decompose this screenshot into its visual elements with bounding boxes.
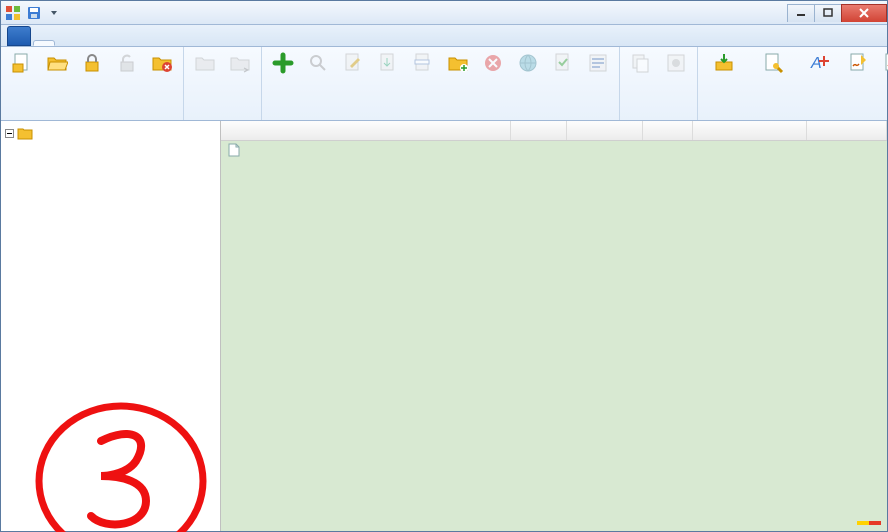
cell-name — [221, 143, 511, 158]
max-icon — [712, 51, 736, 75]
col-date[interactable] — [693, 121, 807, 140]
app-window: A — [0, 0, 888, 532]
copy-name-button — [624, 49, 658, 79]
group-label-extra2 — [702, 117, 888, 120]
folder-arrow-icon — [228, 51, 252, 75]
add-file-button[interactable] — [266, 49, 300, 79]
sign-icon — [846, 51, 870, 75]
tab-help[interactable] — [101, 42, 121, 46]
group-label-file — [266, 117, 615, 120]
svg-text:A: A — [810, 55, 822, 72]
new-file-icon — [10, 51, 34, 75]
tree-root-node[interactable] — [5, 125, 216, 141]
edit-icon — [341, 51, 365, 75]
properties-button — [581, 49, 615, 79]
extract-button — [371, 49, 405, 79]
unlock-mpq-button — [110, 49, 144, 79]
col-type[interactable] — [511, 121, 567, 140]
file-list-pane — [221, 121, 887, 531]
config-icon — [761, 51, 785, 75]
app-icon — [5, 5, 21, 21]
new-mpq-button[interactable] — [5, 49, 39, 79]
close-file-button[interactable] — [145, 49, 179, 79]
open-mpq-button[interactable] — [40, 49, 74, 79]
copy-icon — [629, 51, 653, 75]
verify-sign-button[interactable] — [876, 49, 888, 79]
extract-icon — [376, 51, 400, 75]
globe-icon — [516, 51, 540, 75]
ribbon: A — [1, 47, 887, 121]
new-folder-button[interactable] — [441, 49, 475, 79]
add-column-button[interactable]: A — [800, 49, 840, 79]
unlock-icon — [115, 51, 139, 75]
lock-icon — [80, 51, 104, 75]
group-label-open — [188, 117, 257, 120]
new-folder-icon — [446, 51, 470, 75]
search-file-button — [301, 49, 335, 79]
minimize-button[interactable] — [787, 4, 815, 22]
rename-icon — [411, 51, 435, 75]
sign-button[interactable] — [841, 49, 875, 79]
open-file-button — [188, 49, 222, 79]
twisty-icon — [5, 129, 14, 138]
set-max-files-button[interactable] — [702, 49, 746, 79]
col-size[interactable] — [643, 121, 693, 140]
folder-icon — [17, 125, 33, 141]
group-label-extra — [624, 117, 693, 120]
close-file-icon — [150, 51, 174, 75]
group-label-mpq — [5, 117, 179, 120]
search-icon — [306, 51, 330, 75]
title-bar — [1, 1, 887, 25]
region-button — [511, 49, 545, 79]
open-folder-icon — [45, 51, 69, 75]
edit-file-button — [336, 49, 370, 79]
annotation-scribble — [21, 381, 221, 532]
list-body[interactable] — [221, 141, 887, 531]
watermark — [857, 521, 881, 525]
ribbon-group-open — [184, 47, 262, 120]
tab-ops[interactable] — [33, 40, 55, 46]
delete-icon — [481, 51, 505, 75]
verify-sign-icon — [881, 51, 888, 75]
quick-access-toolbar — [25, 4, 63, 22]
tree-view[interactable] — [1, 121, 221, 531]
col-locale[interactable] — [567, 121, 643, 140]
folder-icon — [193, 51, 217, 75]
verify-file-button — [546, 49, 580, 79]
delete-button — [476, 49, 510, 79]
window-controls — [788, 4, 887, 22]
tab-tools[interactable] — [79, 42, 99, 46]
file-menu-button[interactable] — [7, 26, 31, 46]
qat-save-button[interactable] — [25, 4, 43, 22]
verify-icon — [551, 51, 575, 75]
file-icon — [227, 143, 241, 157]
wrench-icon — [664, 51, 688, 75]
open-with-button — [223, 49, 257, 79]
list-row[interactable] — [221, 141, 887, 159]
list-header — [221, 121, 887, 141]
ribbon-group-extra — [620, 47, 698, 120]
tab-view[interactable] — [57, 42, 77, 46]
ribbon-group-extra2: A — [698, 47, 888, 120]
config-attributes-button[interactable] — [747, 49, 799, 79]
watermark-left — [857, 521, 869, 525]
attributes-button — [659, 49, 693, 79]
properties-icon — [586, 51, 610, 75]
ribbon-group-file — [262, 47, 620, 120]
maximize-button[interactable] — [814, 4, 842, 22]
ribbon-group-mpq — [1, 47, 184, 120]
watermark-right — [869, 521, 881, 525]
addcol-icon: A — [808, 51, 832, 75]
lock-mpq-button[interactable] — [75, 49, 109, 79]
col-attr[interactable] — [807, 121, 887, 140]
content-pane — [1, 121, 887, 531]
rename-button — [406, 49, 440, 79]
qat-dropdown[interactable] — [45, 4, 63, 22]
col-name[interactable] — [221, 121, 511, 140]
ribbon-tab-bar — [1, 25, 887, 47]
plus-icon — [271, 51, 295, 75]
close-button[interactable] — [841, 4, 887, 22]
